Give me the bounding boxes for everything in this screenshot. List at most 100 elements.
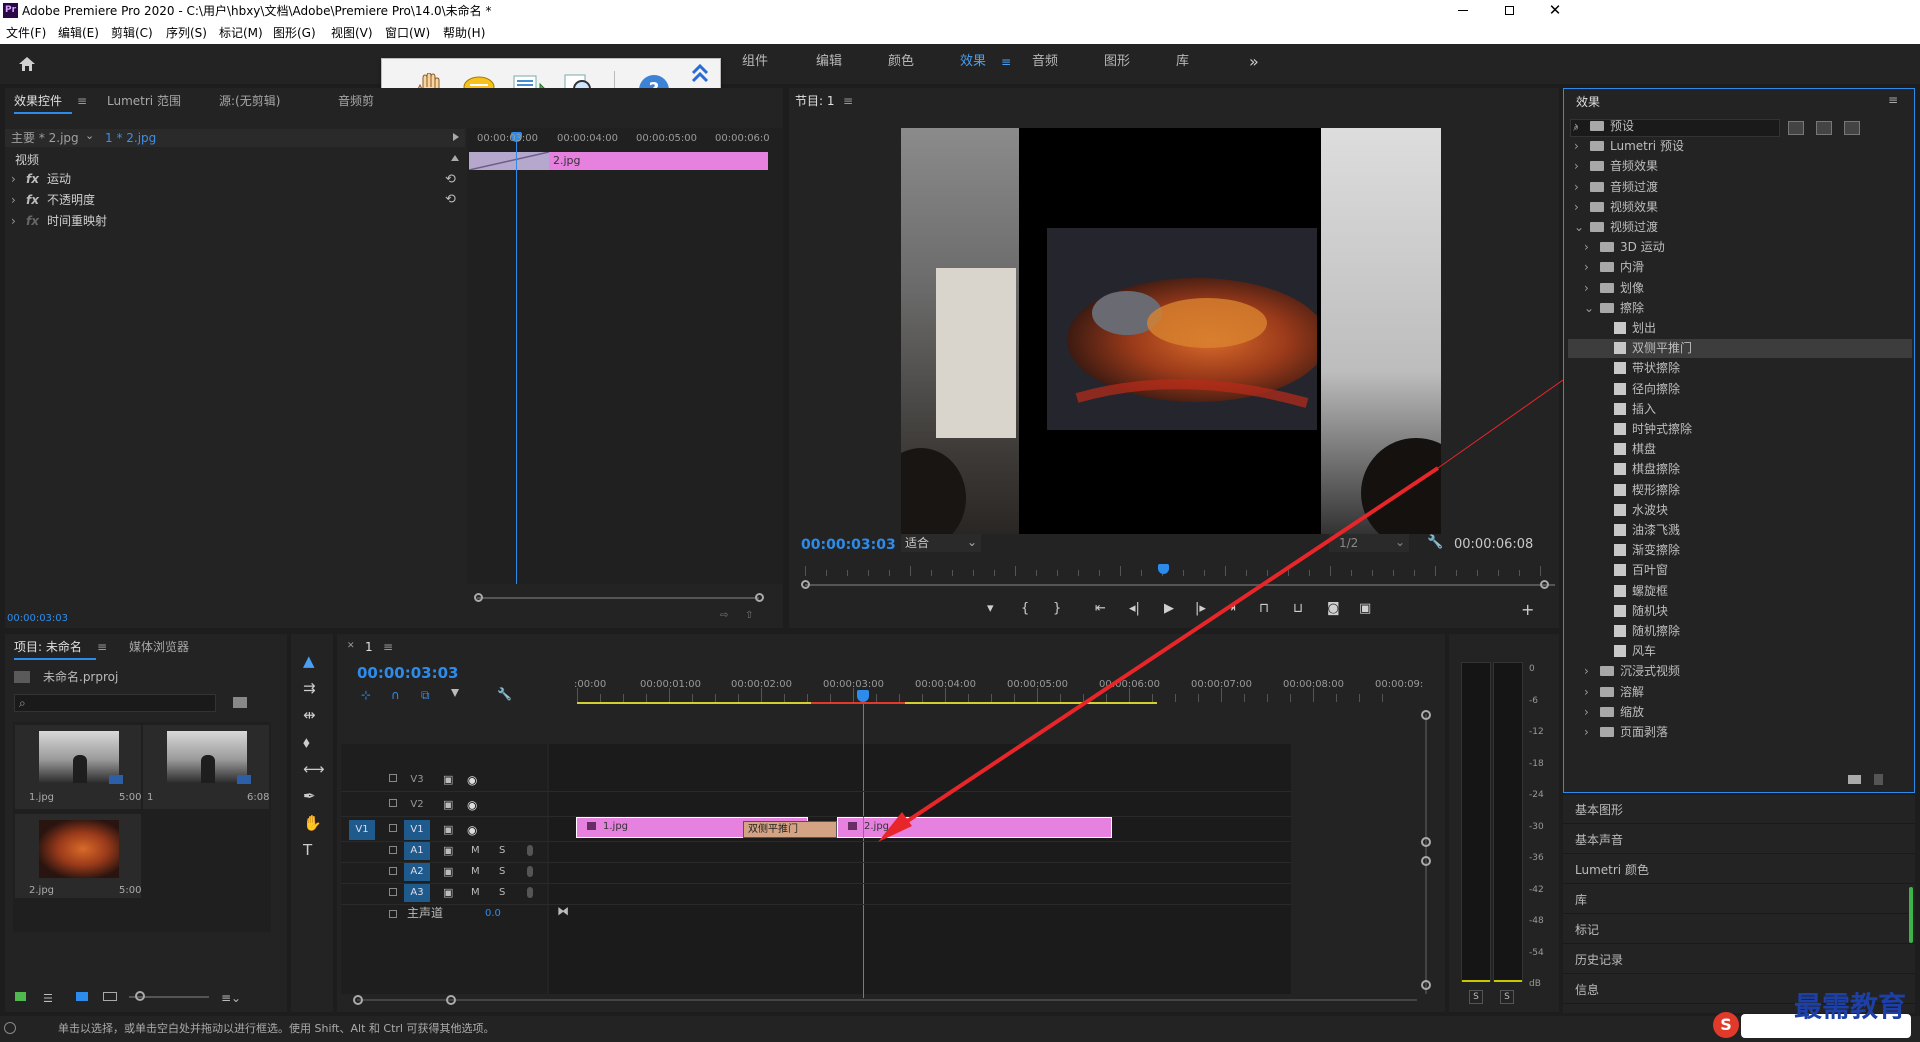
- extract-icon[interactable]: ⊔: [1293, 602, 1303, 616]
- add-marker-icon[interactable]: [451, 689, 459, 697]
- tree-toggle-icon[interactable]: ›: [1584, 260, 1589, 274]
- mic-icon[interactable]: [527, 845, 533, 856]
- fit-select[interactable]: 适合 ⌄: [901, 534, 981, 552]
- effect-folder-label[interactable]: 视频效果: [1610, 200, 1658, 214]
- panel-header[interactable]: 库: [1575, 893, 1587, 907]
- sequence-clip-label[interactable]: 1 * 2.jpg: [105, 131, 156, 145]
- eye-icon[interactable]: ◉: [467, 798, 477, 812]
- tab-sequence[interactable]: 1: [365, 634, 373, 660]
- minimize-icon[interactable]: [1440, 0, 1486, 22]
- effect-folder-label[interactable]: 音频过渡: [1610, 180, 1658, 194]
- lock-icon[interactable]: [15, 992, 26, 1001]
- eye-icon[interactable]: ◉: [467, 773, 477, 787]
- transition-effect-label[interactable]: 螺旋框: [1632, 584, 1668, 598]
- tree-toggle-icon[interactable]: ›: [1574, 139, 1579, 153]
- v-scroll-handle[interactable]: [1421, 856, 1431, 866]
- tab-lumetri-scopes[interactable]: Lumetri 范围: [107, 88, 181, 114]
- add-marker-icon[interactable]: ▾: [987, 602, 994, 616]
- track-lock-icon[interactable]: [389, 888, 397, 896]
- h-scrollbar[interactable]: [357, 999, 1417, 1001]
- transition-effect-label[interactable]: 划出: [1632, 321, 1656, 335]
- home-icon[interactable]: [18, 56, 36, 72]
- restore-icon[interactable]: [1486, 0, 1532, 22]
- zoom-slider-handle[interactable]: [135, 991, 145, 1001]
- reset-icon[interactable]: ⟲: [445, 172, 456, 187]
- transition-effect-label[interactable]: 插入: [1632, 402, 1656, 416]
- tab-menu-icon[interactable]: ≡: [77, 94, 87, 108]
- tree-toggle-icon[interactable]: ›: [1584, 685, 1589, 699]
- effect-folder-label[interactable]: 沉浸式视频: [1620, 664, 1680, 678]
- menu-item[interactable]: 视图(V): [331, 26, 373, 40]
- workspace-tab[interactable]: 音频: [1032, 55, 1058, 69]
- panel-header[interactable]: 历史记录: [1575, 953, 1623, 967]
- collapse-up-icon[interactable]: [690, 63, 710, 85]
- tab-audio-clip-mixer[interactable]: 音频剪: [338, 88, 374, 114]
- source-patch-v1[interactable]: V1: [349, 820, 375, 840]
- hand-tool-icon[interactable]: ✋: [303, 816, 322, 831]
- chevron-right-icon[interactable]: ›: [11, 193, 16, 207]
- tree-toggle-icon[interactable]: ›: [1574, 119, 1579, 133]
- tree-toggle-icon[interactable]: ›: [1574, 159, 1579, 173]
- v-scroll-handle[interactable]: [1421, 980, 1431, 990]
- tree-toggle-icon[interactable]: ›: [1574, 180, 1579, 194]
- transition-effect-label[interactable]: 双侧平推门: [1632, 341, 1692, 355]
- tree-toggle-icon[interactable]: ⌄: [1584, 301, 1594, 315]
- panel-header[interactable]: Lumetri 颜色: [1575, 863, 1649, 877]
- master-lock-icon[interactable]: [389, 910, 397, 918]
- export-frame-icon[interactable]: ◙: [1327, 602, 1340, 616]
- list-view-icon[interactable]: ☰: [43, 992, 53, 1005]
- transition-effect-label[interactable]: 径向擦除: [1632, 382, 1680, 396]
- menu-item[interactable]: 标记(M): [219, 26, 263, 40]
- linked-selection-icon[interactable]: ⧉: [421, 688, 430, 703]
- effect-folder-label[interactable]: 3D 运动: [1620, 240, 1665, 254]
- h-scroll-handle[interactable]: [446, 995, 456, 1005]
- go-to-end-icon[interactable]: ⧓: [557, 904, 569, 918]
- timeline-timecode[interactable]: 00:00:03:03: [357, 666, 459, 681]
- tab-menu-icon[interactable]: ≡: [843, 94, 853, 108]
- effect-folder-label[interactable]: 页面剥落: [1620, 725, 1668, 739]
- razor-tool-icon[interactable]: ⬧: [303, 735, 310, 750]
- effect-folder-label[interactable]: 音频效果: [1610, 159, 1658, 173]
- panel-header[interactable]: 基本图形: [1575, 803, 1623, 817]
- effect-folder-label[interactable]: 擦除: [1620, 301, 1644, 315]
- step-back-icon[interactable]: ◂|: [1129, 602, 1140, 616]
- effect-folder-label[interactable]: 溶解: [1620, 685, 1644, 699]
- type-tool-icon[interactable]: T: [303, 843, 312, 858]
- toggle-sync-icon[interactable]: ▣: [443, 844, 453, 858]
- toggle-sync-icon[interactable]: ▣: [443, 773, 453, 787]
- nest-icon[interactable]: ⊹: [361, 688, 371, 702]
- v-scroll-handle[interactable]: [1421, 837, 1431, 847]
- solo-button[interactable]: S: [1500, 990, 1514, 1004]
- transition-effect-label[interactable]: 带状擦除: [1632, 361, 1680, 375]
- track-lock-icon[interactable]: [389, 824, 397, 832]
- mute-button[interactable]: M: [471, 865, 480, 879]
- program-scrollbar[interactable]: [805, 584, 1555, 586]
- tab-menu-icon[interactable]: ≡: [97, 640, 107, 654]
- workspace-tab[interactable]: 库: [1176, 55, 1189, 69]
- mark-in-icon[interactable]: {: [1021, 602, 1029, 616]
- project-item[interactable]: 1 6:08: [143, 725, 269, 809]
- effect-folder-label[interactable]: 内滑: [1620, 260, 1644, 274]
- close-icon[interactable]: ✕: [347, 641, 355, 651]
- h-scroll-handle[interactable]: [353, 995, 363, 1005]
- effect-clip-bar[interactable]: 2.jpg: [549, 152, 768, 170]
- menu-item[interactable]: 剪辑(C): [111, 26, 153, 40]
- solo-button[interactable]: S: [499, 844, 505, 858]
- project-item[interactable]: 2.jpg 5:00: [15, 814, 141, 898]
- eye-icon[interactable]: ◉: [467, 823, 477, 837]
- track-label[interactable]: A3: [404, 884, 430, 902]
- toggle-sync-icon[interactable]: ▣: [443, 823, 453, 837]
- tree-toggle-icon[interactable]: ›: [1584, 725, 1589, 739]
- 32bit-effects-icon[interactable]: [1816, 121, 1832, 135]
- icon-view-icon[interactable]: [76, 992, 88, 1001]
- effect-folder-label[interactable]: 缩放: [1620, 705, 1644, 719]
- play-icon[interactable]: ▶: [1164, 602, 1174, 616]
- tab-project[interactable]: 项目: 未命名: [14, 634, 82, 660]
- close-icon[interactable]: ✕: [1532, 0, 1578, 22]
- workspace-tab[interactable]: 效果: [960, 55, 986, 69]
- transition-effect-label[interactable]: 水波块: [1632, 503, 1668, 517]
- project-item[interactable]: 1.jpg 5:00: [15, 725, 141, 809]
- tree-toggle-icon[interactable]: ⌄: [1574, 220, 1584, 234]
- workspace-tab[interactable]: 组件: [742, 55, 768, 69]
- project-search-input[interactable]: ⌕: [14, 694, 216, 712]
